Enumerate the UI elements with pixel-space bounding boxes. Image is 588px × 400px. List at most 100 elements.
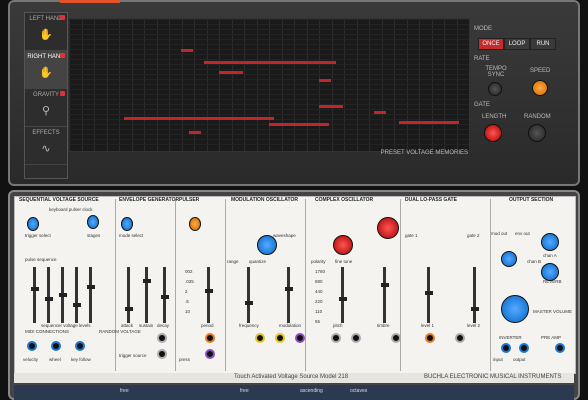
sequencer-fader[interactable]: [44, 267, 53, 323]
mode-select-label: mode select: [119, 233, 144, 238]
mod-out-label: mod out: [491, 231, 508, 236]
pre-amp-jack[interactable]: [555, 343, 565, 353]
preset-memories-label: PRESET VOLTAGE MEMORIES: [380, 150, 468, 156]
chan-b-knob[interactable]: [501, 251, 517, 267]
frequency-jack[interactable]: [275, 333, 285, 343]
sequencer-fader[interactable]: [86, 267, 95, 323]
mode-run-button[interactable]: RUN: [530, 38, 556, 50]
pitch-jack[interactable]: [331, 333, 341, 343]
modulation-fader[interactable]: [284, 267, 293, 323]
waveshape-label: waveshape: [273, 233, 296, 238]
level-1-jack[interactable]: [425, 333, 435, 343]
sequence-note[interactable]: [124, 117, 274, 120]
wheel-jack[interactable]: [51, 341, 61, 351]
sequence-note[interactable]: [204, 61, 336, 64]
sequencer-fader[interactable]: [30, 267, 39, 323]
sidebar: LEFT HAND ✋ RIGHT HAND ✋ GRAVITY ⚲ EFFEC…: [24, 12, 68, 179]
module-title: SEQUENTIAL VOLTAGE SOURCE: [19, 197, 99, 203]
grid-row: [69, 84, 469, 85]
frequency-fader[interactable]: [244, 267, 253, 323]
tempo-sync-toggle[interactable]: [488, 82, 502, 96]
sidebar-item-gravity[interactable]: GRAVITY ⚲: [25, 89, 67, 127]
sequence-note[interactable]: [319, 79, 331, 82]
sidebar-item-effects[interactable]: EFFECTS ∿: [25, 127, 67, 165]
master-volume-knob[interactable]: [501, 295, 529, 323]
frequency-jack[interactable]: [255, 333, 265, 343]
velocity-jack[interactable]: [27, 341, 37, 351]
attack-fader[interactable]: [124, 267, 133, 323]
sidebar-item-left-hand[interactable]: LEFT HAND ✋: [25, 13, 67, 51]
sequence-note[interactable]: [399, 121, 459, 124]
sustain-fader[interactable]: [142, 267, 151, 323]
level-2-jack[interactable]: [455, 333, 465, 343]
control-panel: MODE ONCE LOOP RUN RATE TEMPO SYNC SPEED…: [474, 18, 566, 168]
inverter-label: INVERTER: [499, 335, 522, 340]
modulation-frequency-knob[interactable]: [257, 235, 277, 255]
inverter-output-jack[interactable]: [519, 343, 529, 353]
mode-loop-button[interactable]: LOOP: [504, 38, 530, 50]
grid-row: [69, 129, 469, 130]
key-follow-jack[interactable]: [75, 341, 85, 351]
pitch-jack[interactable]: [351, 333, 361, 343]
timbre-knob[interactable]: [377, 217, 399, 239]
env-trigger-switch[interactable]: [121, 217, 133, 231]
random-voltage-label: RANDOM VOLTAGE: [99, 329, 141, 334]
sequence-note[interactable]: [219, 71, 243, 74]
grid-row: [69, 19, 469, 20]
sequencer-fader[interactable]: [58, 267, 67, 323]
random-voltage-jack[interactable]: [157, 333, 167, 343]
pitch-fader[interactable]: [338, 267, 347, 323]
sequence-note[interactable]: [374, 111, 386, 114]
length-knob[interactable]: [484, 124, 502, 142]
gate-label: GATE: [474, 102, 490, 108]
period-jack[interactable]: [205, 333, 215, 343]
mode-once-button[interactable]: ONCE: [478, 38, 504, 50]
module-title: COMPLEX OSCILLATOR: [315, 197, 374, 203]
sequence-note[interactable]: [319, 105, 343, 108]
frequency-label: frequency: [239, 323, 259, 328]
pulser-trigger-switch[interactable]: [189, 217, 201, 231]
timbre-fader[interactable]: [380, 267, 389, 323]
sequence-note[interactable]: [189, 131, 201, 134]
rate-label: RATE: [474, 56, 490, 62]
period-fader[interactable]: [204, 267, 213, 323]
polarity-label: polarity: [311, 259, 326, 264]
sequencer-grid[interactable]: [68, 18, 470, 152]
inverter-input-jack[interactable]: [501, 343, 511, 353]
timbre-jack[interactable]: [391, 333, 401, 343]
random-knob[interactable]: [528, 124, 546, 142]
wave-icon: ∿: [41, 143, 51, 155]
module-title: OUTPUT SECTION: [509, 197, 554, 203]
brand-name: BUCHLA ELECTRONIC MUSICAL INSTRUMENTS: [424, 374, 562, 380]
trigger-source-label: trigger source: [119, 353, 147, 358]
sequence-note[interactable]: [269, 123, 329, 126]
grid-row: [69, 94, 469, 95]
complex-fine-tune-knob[interactable]: [333, 235, 353, 255]
sequence-note[interactable]: [181, 49, 193, 52]
sequencer-voltage-levels-label: sequencer voltage levels: [41, 323, 91, 328]
modulation-jack[interactable]: [295, 333, 305, 343]
synth-panel: SEQUENTIAL VOLTAGE SOURCE ENVELOPE GENER…: [14, 196, 576, 374]
press-label: press: [179, 357, 191, 362]
random-voltage-jack[interactable]: [157, 349, 167, 359]
level-1-fader[interactable]: [424, 267, 433, 323]
mode-label: MODE: [474, 26, 492, 32]
grid-row: [69, 69, 469, 70]
speed-knob[interactable]: [532, 80, 548, 96]
wheel-label: wheel: [49, 357, 61, 362]
reverb-knob[interactable]: [541, 263, 559, 281]
gate-1-label: gate 1: [405, 233, 418, 238]
level-2-fader[interactable]: [470, 267, 479, 323]
sidebar-item-right-hand[interactable]: RIGHT HAND ✋: [25, 51, 67, 89]
trigger-select-switch[interactable]: [27, 217, 39, 231]
decay-fader[interactable]: [160, 267, 169, 323]
attack-label: attack: [121, 323, 134, 328]
grid-row: [69, 139, 469, 140]
period-jack[interactable]: [205, 349, 215, 359]
stages-switch[interactable]: [87, 215, 99, 229]
chan-a-knob[interactable]: [541, 233, 559, 251]
gate-2-label: gate 2: [467, 233, 480, 238]
fine-tune-label: fine tune: [335, 259, 353, 264]
sequencer-fader[interactable]: [72, 267, 81, 323]
module-title: DUAL LO-PASS GATE: [405, 197, 457, 203]
